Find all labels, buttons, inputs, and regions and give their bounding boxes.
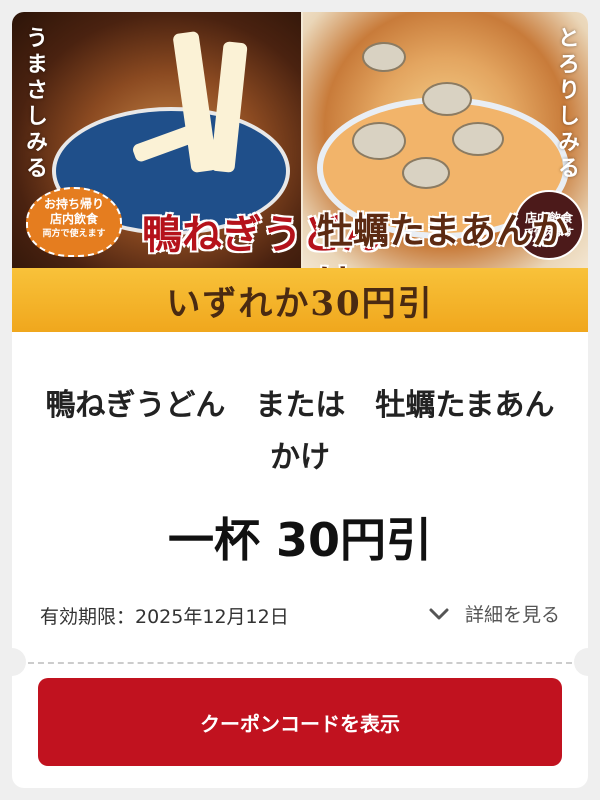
oyster <box>402 157 450 189</box>
coupon-card: うまさしみる とろりしみる お持ち帰り 店内飲食 両方で使えます 店内飲食 で使… <box>12 12 588 788</box>
details-label: 詳細を見る <box>464 604 560 626</box>
coupon-banner-image: うまさしみる とろりしみる お持ち帰り 店内飲食 両方で使えます 店内飲食 で使… <box>12 12 588 332</box>
oyster <box>352 122 406 160</box>
product-name: 鴨ねぎうどん または 牡蠣たまあんかけ <box>45 388 555 475</box>
left-tagline: うまさしみる <box>22 26 47 182</box>
perforation-divider <box>28 662 572 664</box>
oyster <box>452 122 504 156</box>
offer-text: 一杯 30円引 <box>167 513 433 567</box>
ticket-notch-right <box>574 648 588 676</box>
badge-text: 店内飲食 <box>49 212 98 226</box>
show-coupon-code-button[interactable]: クーポンコードを表示 <box>38 678 562 766</box>
expiry-date: 有効期限：2025年12月12日 <box>40 606 289 628</box>
oyster <box>422 82 472 116</box>
badge-text: お持ち帰り <box>43 197 104 211</box>
badge-text: 両方で使えます <box>42 229 106 239</box>
ticket-notch-left <box>12 648 26 676</box>
details-toggle[interactable]: 詳細を見る <box>427 600 560 627</box>
right-tagline: とろりしみる <box>554 26 579 182</box>
discount-band: いずれか30円引 <box>12 268 588 332</box>
takeout-dinein-badge: お持ち帰り 店内飲食 両方で使えます <box>26 187 122 257</box>
oyster <box>362 42 406 72</box>
chevron-down-icon <box>429 608 449 619</box>
discount-text: いずれか30円引 <box>166 283 434 324</box>
